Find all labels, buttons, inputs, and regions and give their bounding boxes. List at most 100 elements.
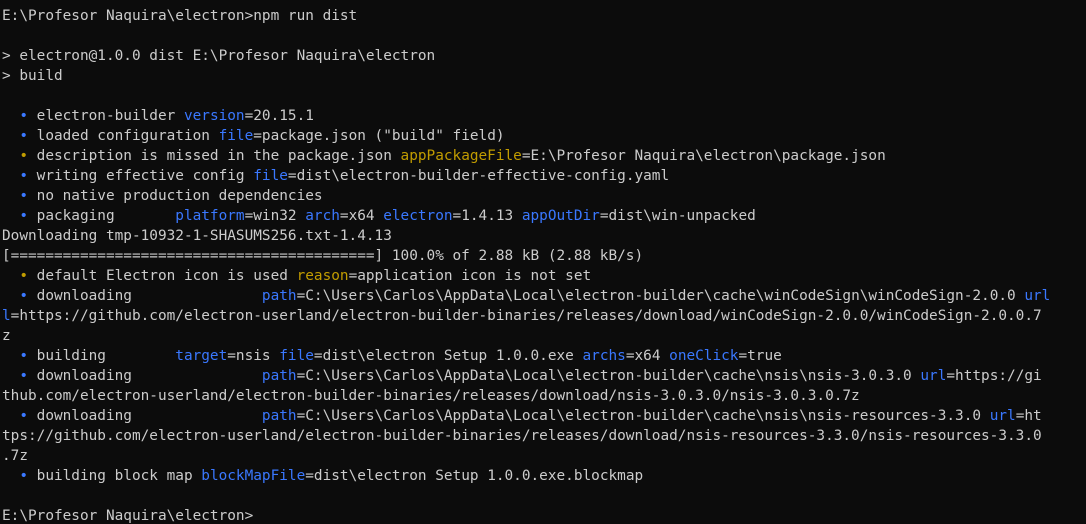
bullet-icon: •: [2, 168, 37, 184]
terminal-text: description is missed in the package.jso…: [36, 148, 401, 164]
terminal-line: thub.com/electron-userland/electron-buil…: [2, 386, 1086, 406]
terminal-text: downloading: [36, 408, 262, 424]
terminal-line: • writing effective config file=dist\ele…: [2, 166, 1086, 186]
terminal-key: archs: [582, 348, 626, 364]
terminal-key: oneClick: [669, 348, 739, 364]
terminal-text: =win32: [244, 208, 306, 224]
terminal-text: =true: [738, 348, 782, 364]
terminal-line: z: [2, 326, 1086, 346]
bullet-icon: •: [2, 468, 37, 484]
terminal-key: appPackageFile: [400, 148, 522, 164]
terminal-key: l: [2, 308, 11, 324]
terminal-line: • electron-builder version=20.15.1: [2, 106, 1086, 126]
terminal-line: • building target=nsis file=dist\electro…: [2, 346, 1086, 366]
terminal-line: E:\Profesor Naquira\electron>: [2, 506, 1086, 524]
bullet-icon: •: [2, 188, 37, 204]
terminal-key: url: [989, 408, 1016, 424]
terminal-text: =dist\electron Setup 1.0.0.exe.blockmap: [305, 468, 644, 484]
terminal-line: E:\Profesor Naquira\electron>npm run dis…: [2, 6, 1086, 26]
bullet-icon: •: [2, 268, 37, 284]
terminal-key: path: [261, 368, 297, 384]
terminal-key: path: [261, 408, 297, 424]
terminal-text: writing effective config: [36, 168, 254, 184]
terminal-line: [=======================================…: [2, 246, 1086, 266]
terminal-text: electron-builder: [36, 108, 184, 124]
terminal-line: • default Electron icon is used reason=a…: [2, 266, 1086, 286]
terminal-text: =dist\electron Setup 1.0.0.exe: [313, 348, 583, 364]
bullet-icon: •: [2, 208, 37, 224]
terminal-text: =dist\win-unpacked: [599, 208, 756, 224]
terminal-line: • loaded configuration file=package.json…: [2, 126, 1086, 146]
terminal-line: > electron@1.0.0 dist E:\Profesor Naquir…: [2, 46, 1086, 66]
terminal-window[interactable]: E:\Profesor Naquira\electron>npm run dis…: [0, 0, 1086, 524]
terminal-line: • downloading path=C:\Users\Carlos\AppDa…: [2, 366, 1086, 386]
terminal-text: > electron@1.0.0 dist E:\Profesor Naquir…: [2, 48, 436, 64]
bullet-icon: •: [2, 148, 37, 164]
terminal-key: reason: [296, 268, 349, 284]
terminal-line: • description is missed in the package.j…: [2, 146, 1086, 166]
terminal-text: thub.com/electron-userland/electron-buil…: [2, 388, 860, 404]
terminal-text: =nsis: [227, 348, 280, 364]
terminal-text: =package.json ("build" field): [253, 128, 505, 144]
terminal-text: =C:\Users\Carlos\AppData\Local\electron-…: [296, 368, 921, 384]
terminal-key: file: [218, 128, 254, 144]
terminal-line: • no native production dependencies: [2, 186, 1086, 206]
terminal-line: tps://github.com/electron-userland/elect…: [2, 426, 1086, 446]
terminal-text: downloading: [36, 288, 262, 304]
terminal-text: =C:\Users\Carlos\AppData\Local\electron-…: [296, 408, 990, 424]
terminal-line: • building block map blockMapFile=dist\e…: [2, 466, 1086, 486]
terminal-line: • downloading path=C:\Users\Carlos\AppDa…: [2, 286, 1086, 306]
bullet-icon: •: [2, 368, 37, 384]
terminal-line: Downloading tmp-10932-1-SHASUMS256.txt-1…: [2, 226, 1086, 246]
terminal-key: version: [183, 108, 245, 124]
bullet-icon: •: [2, 128, 37, 144]
terminal-key: url: [1024, 288, 1051, 304]
terminal-text: =ht: [1015, 408, 1042, 424]
terminal-text: E:\Profesor Naquira\electron>: [2, 508, 254, 524]
terminal-text: =x64: [339, 208, 384, 224]
terminal-text: no native production dependencies: [36, 188, 323, 204]
terminal-text: packaging: [36, 208, 176, 224]
terminal-text: z: [2, 328, 11, 344]
terminal-text: building block map: [36, 468, 202, 484]
terminal-text: > build: [2, 68, 63, 84]
terminal-line: .7z: [2, 446, 1086, 466]
terminal-text: loaded configuration: [36, 128, 219, 144]
terminal-text: E:\Profesor Naquira\electron>npm run dis…: [2, 8, 358, 24]
terminal-text: =C:\Users\Carlos\AppData\Local\electron-…: [296, 288, 1025, 304]
terminal-text: =E:\Profesor Naquira\electron\package.js…: [521, 148, 886, 164]
terminal-key: target: [175, 348, 228, 364]
terminal-text: =x64: [625, 348, 670, 364]
bullet-icon: •: [2, 108, 37, 124]
terminal-text: =https://github.com/electron-userland/el…: [10, 308, 1042, 324]
terminal-line: • packaging platform=win32 arch=x64 elec…: [2, 206, 1086, 226]
terminal-text: tps://github.com/electron-userland/elect…: [2, 428, 1042, 444]
terminal-key: path: [261, 288, 297, 304]
terminal-text: building: [36, 348, 176, 364]
terminal-key: url: [920, 368, 947, 384]
terminal-line: • downloading path=C:\Users\Carlos\AppDa…: [2, 406, 1086, 426]
terminal-key: arch: [305, 208, 340, 224]
terminal-text: Downloading tmp-10932-1-SHASUMS256.txt-1…: [2, 228, 392, 244]
terminal-text: .7z: [2, 448, 28, 464]
terminal-key: appOutDir: [521, 208, 600, 224]
terminal-text: =https://gi: [946, 368, 1042, 384]
terminal-key: file: [253, 168, 288, 184]
bullet-icon: •: [2, 348, 37, 364]
bullet-icon: •: [2, 288, 37, 304]
terminal-key: platform: [175, 208, 245, 224]
terminal-text: =1.4.13: [452, 208, 522, 224]
terminal-text: =application icon is not set: [348, 268, 592, 284]
terminal-key: blockMapFile: [201, 468, 306, 484]
terminal-text: [=======================================…: [2, 248, 644, 264]
terminal-key: electron: [383, 208, 453, 224]
bullet-icon: •: [2, 408, 37, 424]
terminal-text: default Electron icon is used: [36, 268, 297, 284]
terminal-line: > build: [2, 66, 1086, 86]
terminal-text: =dist\electron-builder-effective-config.…: [287, 168, 670, 184]
terminal-text: downloading: [36, 368, 262, 384]
terminal-key: file: [279, 348, 314, 364]
